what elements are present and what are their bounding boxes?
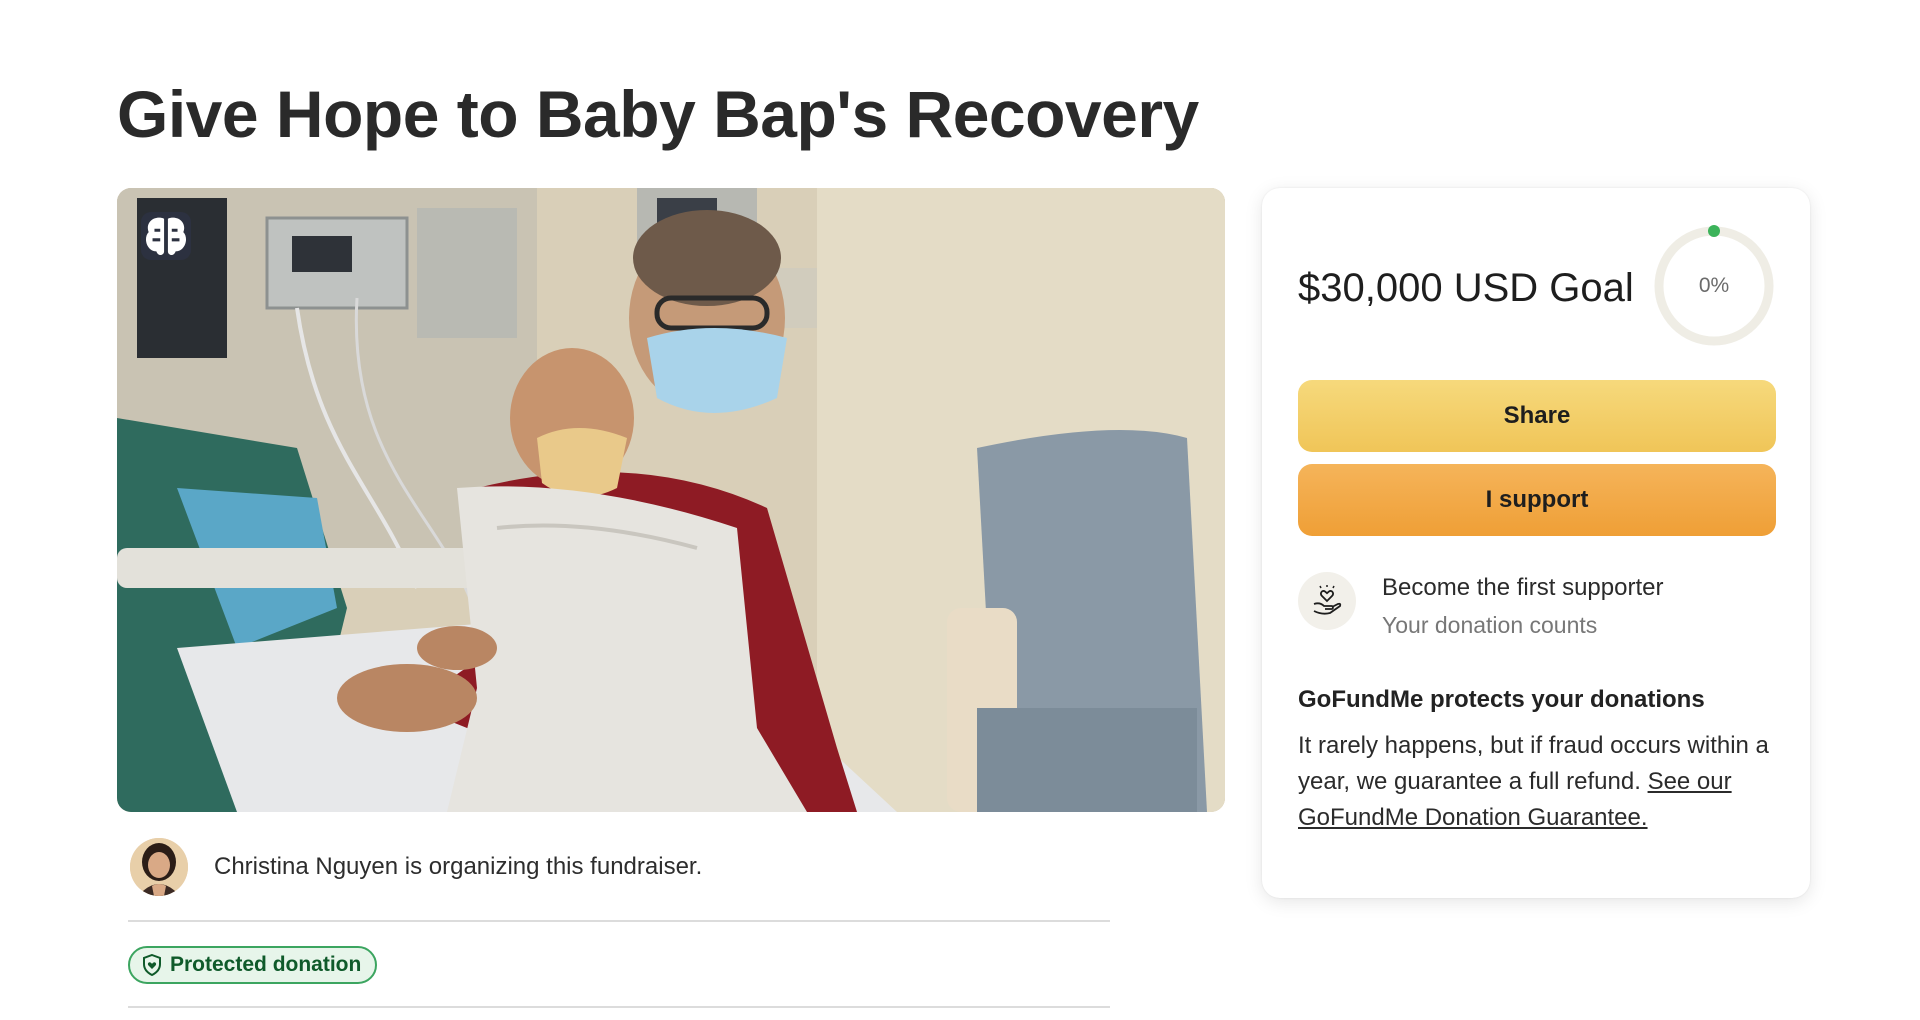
- brain-icon[interactable]: [141, 212, 191, 260]
- protection-heading: GoFundMe protects your donations: [1298, 686, 1705, 713]
- progress-percent: 0%: [1698, 274, 1730, 297]
- fundraiser-page: Give Hope to Baby Bap's Recovery Christi…: [0, 0, 1920, 1020]
- heart-hands-icon: [1298, 572, 1356, 630]
- supporter-title: Become the first supporter: [1382, 574, 1664, 601]
- hospital-scene-illustration: [117, 188, 1225, 812]
- share-button[interactable]: Share: [1298, 380, 1776, 452]
- protection-text: It rarely happens, but if fraud occurs w…: [1298, 728, 1784, 836]
- divider: [128, 1006, 1110, 1008]
- organizer-row: Christina Nguyen is organizing this fund…: [130, 838, 702, 896]
- page-title: Give Hope to Baby Bap's Recovery: [117, 77, 1199, 151]
- supporter-subtitle: Your donation counts: [1382, 612, 1598, 638]
- campaign-photo[interactable]: [117, 188, 1225, 812]
- support-button[interactable]: I support: [1298, 464, 1776, 536]
- protected-donation-badge[interactable]: Protected donation: [128, 946, 378, 984]
- avatar[interactable]: [130, 838, 188, 896]
- organizer-text: Christina Nguyen is organizing this fund…: [214, 853, 703, 880]
- divider: [128, 920, 1110, 922]
- shield-heart-icon: [143, 954, 161, 976]
- goal-amount: $30,000 USD Goal: [1298, 266, 1634, 310]
- protected-donation-label: Protected donation: [170, 953, 362, 976]
- first-supporter-row: Become the first supporter Your donation…: [1298, 572, 1663, 639]
- progress-ring: 0%: [1652, 224, 1776, 348]
- donation-card: $30,000 USD Goal 0% Share I support Beco…: [1262, 188, 1810, 898]
